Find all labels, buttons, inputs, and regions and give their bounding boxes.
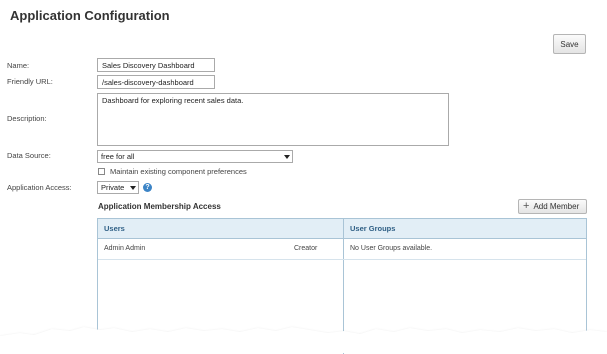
- configuration-panel: Application Configuration Save Name: Sal…: [0, 0, 596, 354]
- plus-icon: +: [523, 200, 530, 212]
- chevron-down-icon: [284, 155, 290, 159]
- friendly-url-label: Friendly URL:: [7, 77, 53, 86]
- maintain-preferences-label: Maintain existing component preferences: [110, 167, 247, 176]
- description-field[interactable]: Dashboard for exploring recent sales dat…: [97, 93, 449, 146]
- user-role-cell: Creator: [294, 245, 318, 252]
- help-icon[interactable]: ?: [143, 183, 152, 192]
- users-column-header: Users: [98, 219, 343, 239]
- description-value: Dashboard for exploring recent sales dat…: [102, 96, 244, 105]
- data-source-value: free for all: [101, 152, 135, 161]
- groups-empty-message: No User Groups available.: [350, 245, 433, 252]
- membership-title: Application Membership Access: [98, 202, 221, 211]
- user-groups-header-label: User Groups: [350, 224, 396, 233]
- friendly-url-field[interactable]: /sales-discovery-dashboard: [97, 75, 215, 89]
- application-access-label: Application Access:: [7, 183, 72, 192]
- save-button[interactable]: Save: [553, 34, 586, 54]
- users-header-label: Users: [104, 224, 125, 233]
- user-name-cell[interactable]: Admin Admin: [104, 245, 145, 252]
- row-divider: [98, 259, 586, 260]
- application-access-select[interactable]: Private: [97, 181, 139, 194]
- friendly-url-value: /sales-discovery-dashboard: [102, 78, 194, 87]
- maintain-preferences-checkbox[interactable]: [98, 168, 105, 175]
- add-member-label: Add Member: [533, 202, 580, 211]
- name-field[interactable]: Sales Discovery Dashboard: [97, 58, 215, 72]
- name-field-value: Sales Discovery Dashboard: [102, 61, 195, 70]
- add-member-button[interactable]: + Add Member: [518, 199, 587, 214]
- torn-edge-decoration: [0, 327, 607, 353]
- data-source-label: Data Source:: [7, 151, 51, 160]
- chevron-down-icon: [130, 186, 136, 190]
- user-groups-column-header: User Groups: [344, 219, 586, 239]
- data-source-select[interactable]: free for all: [97, 150, 293, 163]
- save-button-label: Save: [560, 39, 579, 49]
- description-label: Description:: [7, 114, 47, 123]
- application-access-value: Private: [101, 183, 125, 192]
- name-label: Name:: [7, 61, 30, 70]
- page-title: Application Configuration: [10, 8, 170, 23]
